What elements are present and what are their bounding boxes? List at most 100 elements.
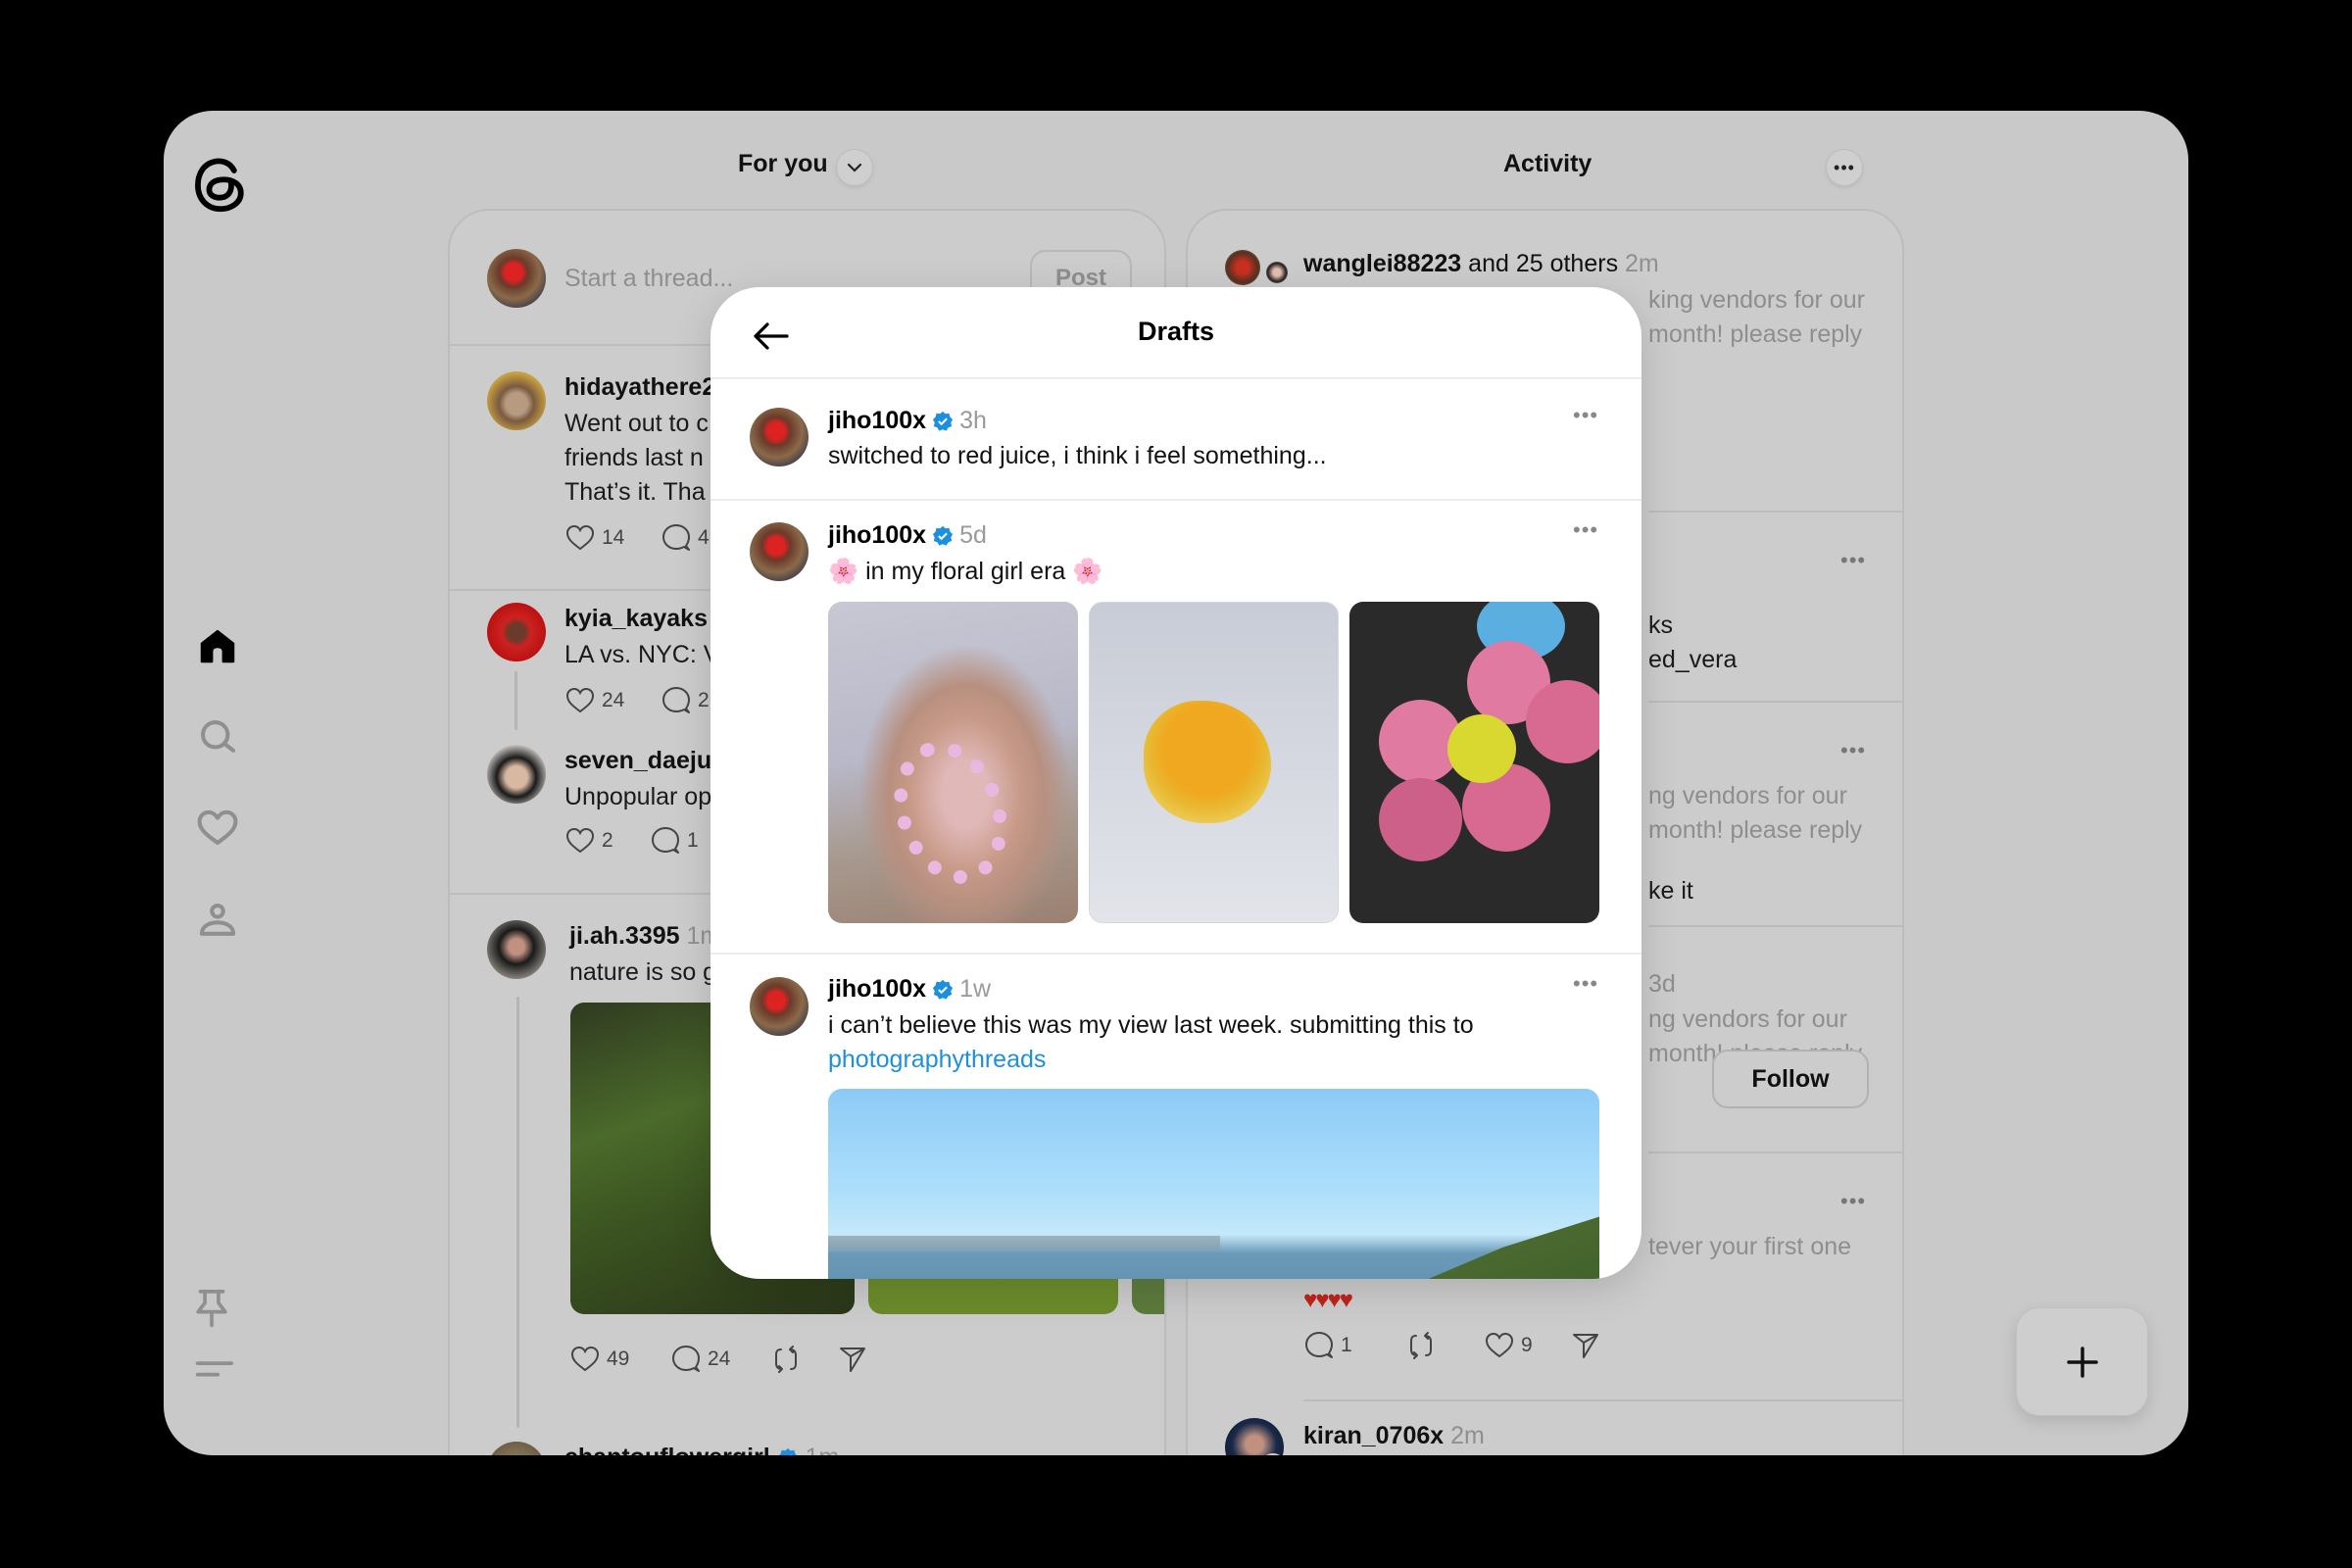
jelly-detail [1144,701,1271,823]
heart-icon[interactable] [195,806,240,851]
avatar[interactable] [1225,250,1260,285]
divider [710,377,1642,379]
draft-image-ring[interactable] [828,602,1078,923]
draft-time: 3h [959,407,987,434]
chevron-down-icon [847,163,862,172]
comment-icon [1305,1332,1333,1358]
like-count: 49 [607,1348,630,1370]
activity-more-button[interactable]: ••• [1826,149,1863,186]
avatar[interactable] [487,603,546,662]
heart-icon [565,687,595,713]
comment-icon [662,524,690,551]
plus-icon [2066,1346,2098,1378]
activity-header[interactable]: kiran_0706x 2m [1303,1422,1485,1450]
more-icon[interactable]: ••• [1573,403,1598,428]
draft-image-landscape[interactable] [828,1089,1599,1279]
like-button[interactable]: 24 [564,685,624,716]
verified-badge-icon [932,979,954,1000]
post-username[interactable]: hidayathere2 [564,373,715,402]
more-icon[interactable]: ••• [1573,971,1598,997]
like-button[interactable]: 49 [569,1344,629,1375]
draft-header: jiho100x 1w [828,975,991,1004]
share-button[interactable] [837,1344,868,1375]
reply-count: 4 [698,526,710,549]
draft-username: jiho100x [828,975,927,1003]
draft-image-balloon[interactable] [1349,602,1599,923]
post-username-row[interactable]: chantouflowergirl 1m [564,1444,839,1455]
like-count: 14 [602,526,625,549]
search-icon[interactable] [195,714,240,760]
more-icon: ••• [1834,158,1855,177]
divider [1303,1399,1902,1401]
balloon-detail [1526,680,1599,763]
more-icon[interactable]: ••• [1840,1191,1866,1212]
reply-button[interactable]: 1 [650,825,699,857]
activity-time: 2m [1450,1422,1485,1449]
like-count: 24 [602,689,625,711]
verified-badge-icon [932,525,954,546]
post-username[interactable]: kyia_kayaks [564,605,708,633]
menu-icon[interactable] [193,1348,238,1393]
avatar[interactable] [487,249,546,308]
activity-username: kiran_0706x [1303,1422,1445,1449]
balloon-detail [1447,714,1516,783]
ring-detail [874,724,1027,901]
avatar[interactable] [1266,262,1288,283]
post-text: That’s it. Tha [564,478,706,506]
profile-icon[interactable] [195,898,240,943]
avatar[interactable] [487,371,546,430]
post-text: Unpopular op [564,783,712,810]
feed-switch-button[interactable] [836,149,873,186]
avatar[interactable] [487,920,546,979]
threads-logo-icon[interactable] [193,156,248,215]
like-button[interactable]: 9 [1484,1330,1533,1361]
divider [710,499,1642,501]
draft-text: switched to red juice, i think i feel so… [828,442,1327,469]
reply-button[interactable]: 1 [1303,1330,1352,1361]
more-icon[interactable]: ••• [1840,550,1866,571]
reply-button[interactable]: 2 [661,685,710,716]
like-button[interactable]: 14 [564,522,624,554]
avatar[interactable] [487,745,546,804]
reply-count: 1 [687,829,699,852]
reply-button[interactable]: 24 [670,1344,730,1375]
topic-link[interactable]: photographythreads [828,1043,1046,1077]
draft-header: jiho100x 3h [828,407,987,435]
activity-text: month! please reply [1648,320,1863,348]
draft-image-jelly[interactable] [1089,602,1339,923]
draft-text: i can’t believe this was my view last we… [828,1011,1474,1039]
share-button[interactable] [1570,1330,1601,1361]
follow-button[interactable]: Follow [1712,1050,1869,1108]
home-icon[interactable] [195,623,240,668]
activity-text: ks [1648,612,1673,639]
draft-text: 🌸 in my floral girl era 🌸 [828,558,1103,585]
post-username[interactable]: seven_daejun [564,747,726,775]
repost-icon [775,1346,797,1373]
new-thread-button[interactable] [2016,1307,2148,1416]
avatar [750,522,808,581]
reply-count: 24 [708,1348,731,1370]
heart-icon [570,1346,600,1372]
feed-title[interactable]: For you [738,150,828,178]
more-icon[interactable]: ••• [1840,740,1866,761]
draft-time: 5d [959,521,987,549]
avatar[interactable] [1225,1418,1284,1455]
comment-icon [652,827,679,854]
pin-icon[interactable] [189,1285,234,1330]
activity-username: wanglei88223 [1303,250,1462,277]
repost-button[interactable] [770,1344,802,1375]
post-time: 1m [806,1444,840,1455]
repost-button[interactable] [1405,1330,1437,1361]
activity-suffix: and 25 others [1468,250,1619,277]
like-button[interactable]: 2 [564,825,613,857]
post-text: Went out to c [564,410,709,437]
activity-text: ke it [1648,877,1693,905]
avatar [750,977,808,1036]
more-icon[interactable]: ••• [1573,517,1598,543]
reply-button[interactable]: 4 [661,522,710,554]
activity-header[interactable]: wanglei88223 and 25 others 2m [1303,250,1659,278]
thread-line [514,671,517,730]
composer-input[interactable]: Start a thread... [564,262,733,296]
avatar[interactable] [487,1442,546,1455]
post-username-row[interactable]: ji.ah.3395 1m [569,922,720,951]
